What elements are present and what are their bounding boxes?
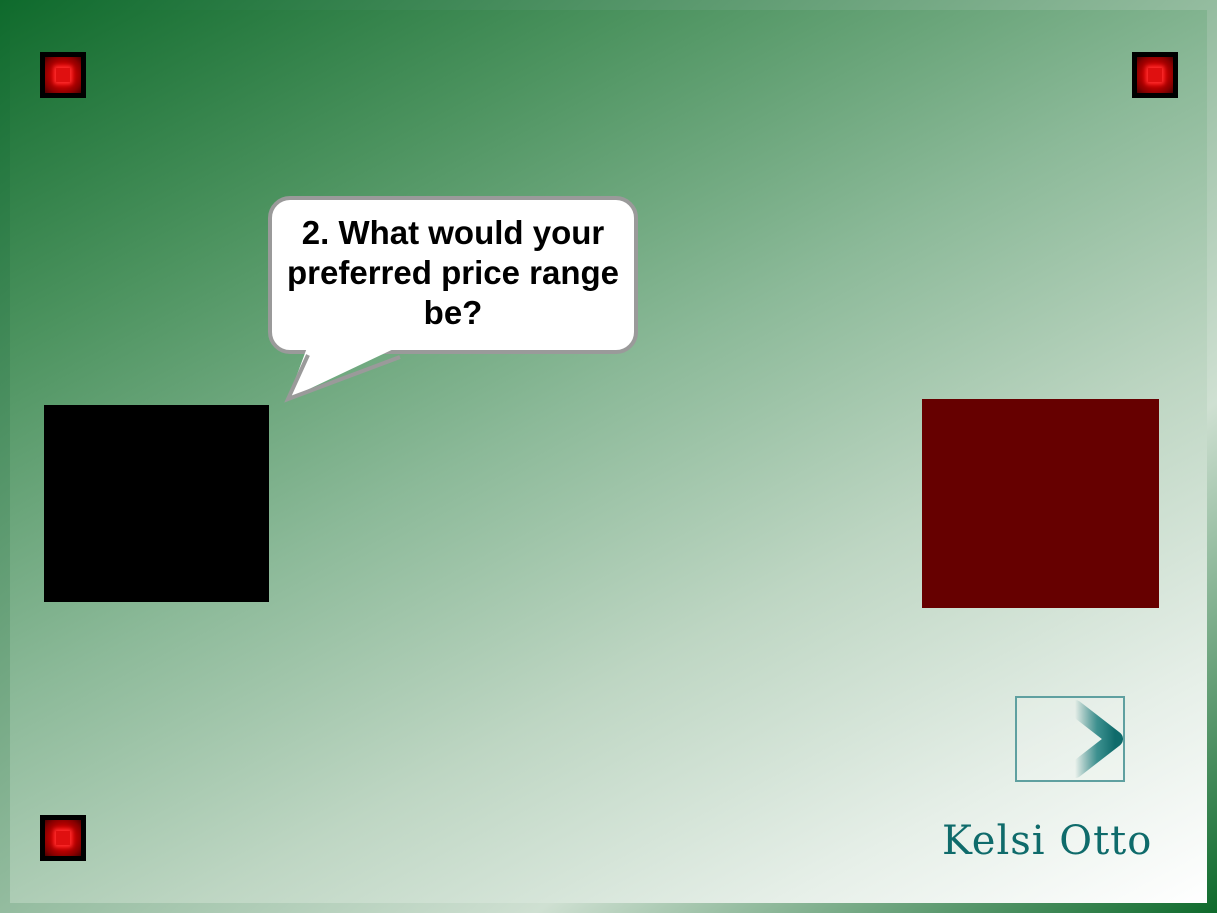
- author-name: Kelsi Otto: [942, 818, 1153, 864]
- question-text: 2. What would your preferred price range…: [287, 214, 619, 331]
- speech-bubble-tail: [284, 345, 402, 403]
- corner-square-top-right-icon: [1132, 52, 1178, 98]
- next-slide-button[interactable]: [1012, 696, 1125, 782]
- corner-square-bottom-left-icon: [40, 815, 86, 861]
- speech-bubble: 2. What would your preferred price range…: [268, 196, 638, 354]
- corner-square-top-left-icon: [40, 52, 86, 98]
- right-arrow-icon: [1012, 700, 1123, 778]
- slide-frame: 2. What would your preferred price range…: [0, 0, 1217, 913]
- slide-canvas: 2. What would your preferred price range…: [10, 10, 1207, 903]
- dark-red-placeholder-block: [922, 399, 1159, 608]
- black-placeholder-block: [44, 405, 269, 602]
